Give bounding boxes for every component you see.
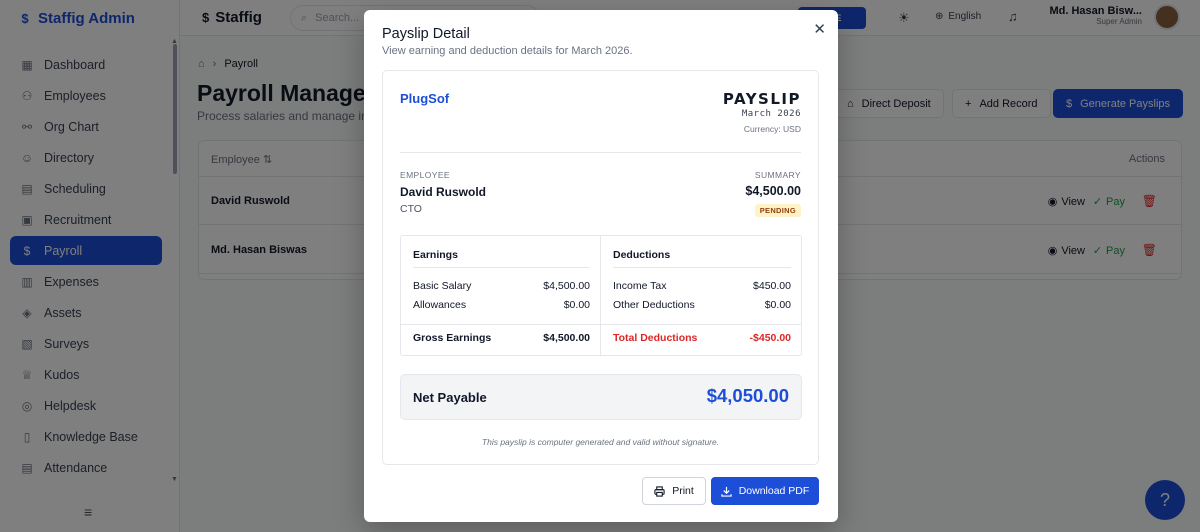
divider: [401, 324, 600, 325]
payslip-heading: PAYSLIP: [722, 90, 801, 108]
total-label: Gross Earnings: [413, 332, 492, 344]
deduction-label: Income Tax: [613, 280, 667, 292]
deduction-value: $450.00: [753, 280, 791, 292]
deduction-row: Income Tax $450.00: [613, 280, 791, 294]
payslip-footnote: This payslip is computer generated and v…: [481, 437, 720, 447]
currency-label: Currency: USD: [743, 124, 801, 134]
modal-subtitle: View earning and deduction details for M…: [382, 45, 633, 57]
earnings-heading: Earnings: [413, 249, 458, 261]
net-payable-box: Net Payable $4,050.00: [400, 374, 802, 420]
close-icon[interactable]: ✕: [813, 20, 826, 38]
payslip-document: PlugSof PAYSLIP March 2026 Currency: USD…: [382, 70, 819, 465]
total-value: -$450.00: [749, 332, 791, 344]
divider: [601, 324, 801, 325]
net-payable-label: Net Payable: [413, 390, 487, 405]
modal-title: Payslip Detail: [382, 26, 470, 42]
earning-value: $0.00: [563, 299, 590, 311]
divider: [413, 267, 590, 268]
deduction-value: $0.00: [764, 299, 791, 311]
deductions-heading: Deductions: [613, 249, 671, 261]
pay-period: March 2026: [741, 109, 801, 119]
download-icon: [721, 486, 732, 497]
earning-label: Allowances: [413, 299, 467, 311]
employee-label: EMPLOYEE: [400, 170, 450, 180]
download-pdf-button[interactable]: Download PDF: [711, 477, 819, 505]
printer-icon: [654, 485, 665, 497]
total-value: $4,500.00: [543, 332, 590, 344]
button-label: Print: [672, 485, 694, 497]
earning-row: Allowances $0.00: [413, 299, 590, 313]
employee-role: CTO: [400, 203, 422, 215]
earnings-deductions-table: Earnings Basic Salary $4,500.00 Allowance…: [400, 235, 802, 356]
net-payable-value: $4,050.00: [706, 385, 789, 406]
earning-label: Basic Salary: [413, 280, 472, 292]
deduction-label: Other Deductions: [613, 299, 695, 311]
earning-row: Basic Salary $4,500.00: [413, 280, 590, 294]
company-name: PlugSof: [400, 91, 450, 106]
divider: [613, 267, 791, 268]
employee-name: David Ruswold: [400, 185, 487, 199]
earning-value: $4,500.00: [543, 280, 590, 292]
summary-value: $4,500.00: [745, 184, 801, 198]
earnings-column: Earnings Basic Salary $4,500.00 Allowance…: [401, 236, 601, 355]
deduction-row: Other Deductions $0.00: [613, 299, 791, 313]
gross-earnings-row: Gross Earnings $4,500.00: [413, 332, 590, 344]
total-deductions-row: Total Deductions -$450.00: [613, 332, 791, 344]
button-label: Download PDF: [738, 485, 810, 497]
divider: [400, 152, 801, 153]
print-button[interactable]: Print: [642, 477, 706, 505]
deductions-column: Deductions Income Tax $450.00 Other Deduc…: [601, 236, 801, 355]
status-badge: PENDING: [754, 204, 801, 217]
payslip-modal: ✕ Payslip Detail View earning and deduct…: [364, 10, 838, 522]
total-label: Total Deductions: [613, 332, 698, 344]
summary-label: SUMMARY: [754, 170, 801, 180]
